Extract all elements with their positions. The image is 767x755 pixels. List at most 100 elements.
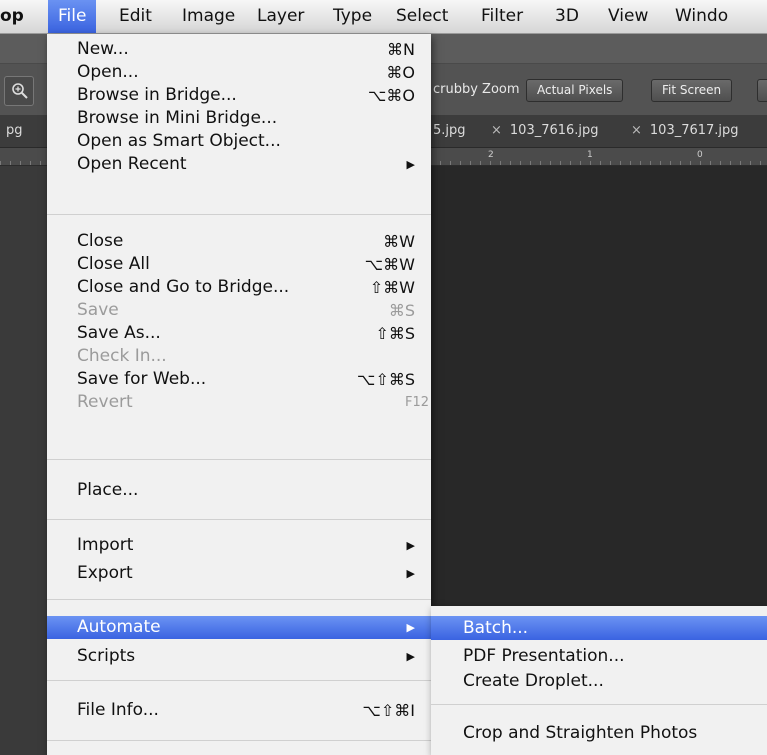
menu-separator bbox=[431, 704, 767, 705]
menu-item-open[interactable]: Open... ⌘O bbox=[47, 61, 431, 84]
menu-item-check-in: Check In... bbox=[47, 345, 431, 368]
submenu-item-crop-and-straighten-photos[interactable]: Crop and Straighten Photos bbox=[431, 721, 767, 745]
menu-item-browse-in-bridge[interactable]: Browse in Bridge... ⌥⌘O bbox=[47, 84, 431, 107]
zoom-tool-button[interactable] bbox=[4, 76, 34, 106]
menu-item-browse-in-mini-bridge[interactable]: Browse in Mini Bridge... bbox=[47, 107, 431, 130]
menu-layer[interactable]: Layer bbox=[257, 0, 304, 33]
menu-item-label: Revert bbox=[77, 392, 133, 412]
menu-item-label: New... bbox=[77, 39, 129, 59]
menu-item-new[interactable]: New... ⌘N bbox=[47, 38, 431, 61]
menu-item-save-as[interactable]: Save As... ⇧⌘S bbox=[47, 322, 431, 345]
menu-filter[interactable]: Filter bbox=[481, 0, 523, 33]
menu-item-label: Save bbox=[77, 300, 119, 320]
document-tab[interactable]: × 103_7617.jpg bbox=[631, 123, 739, 138]
menu-edit[interactable]: Edit bbox=[119, 0, 152, 33]
zoom-in-icon bbox=[12, 83, 28, 99]
menu-separator bbox=[47, 740, 431, 741]
ruler-number: 0 bbox=[697, 150, 703, 160]
menu-item-scripts[interactable]: Scripts ▶ bbox=[47, 645, 431, 668]
menu-item-file-info[interactable]: File Info... ⌥⇧⌘I bbox=[47, 699, 431, 722]
automate-submenu: Batch... PDF Presentation... Create Drop… bbox=[431, 606, 767, 755]
menu-item-label: Automate bbox=[77, 617, 161, 637]
menu-item-label: Close and Go to Bridge... bbox=[77, 277, 290, 297]
menu-item-label: Save for Web... bbox=[77, 369, 207, 389]
file-menu-dropdown: New... ⌘N Open... ⌘O Browse in Bridge...… bbox=[47, 34, 431, 755]
tools-panel bbox=[0, 166, 47, 755]
menu-item-place[interactable]: Place... bbox=[47, 479, 431, 502]
menu-image[interactable]: Image bbox=[182, 0, 235, 33]
menu-item-shortcut: ⇧⌘S bbox=[375, 324, 415, 343]
menu-item-label: Scripts bbox=[77, 646, 136, 666]
menu-view[interactable]: View bbox=[608, 0, 648, 33]
submenu-item-label: Batch... bbox=[463, 618, 529, 638]
menu-item-close-all[interactable]: Close All ⌥⌘W bbox=[47, 253, 431, 276]
submenu-arrow-icon: ▶ bbox=[406, 650, 415, 663]
menu-window[interactable]: Windo bbox=[675, 0, 728, 33]
menu-item-label: Save As... bbox=[77, 323, 161, 343]
menu-item-open-as-smart-object[interactable]: Open as Smart Object... bbox=[47, 130, 431, 153]
menu-item-label: Close bbox=[77, 231, 124, 251]
submenu-arrow-icon: ▶ bbox=[406, 567, 415, 580]
menu-separator bbox=[47, 680, 431, 681]
submenu-arrow-icon: ▶ bbox=[406, 621, 415, 634]
menu-type[interactable]: Type bbox=[333, 0, 372, 33]
menu-item-label: File Info... bbox=[77, 700, 159, 720]
menu-file[interactable]: File bbox=[48, 0, 97, 33]
menu-item-label: Open as Smart Object... bbox=[77, 131, 281, 151]
ruler-number: 2 bbox=[488, 150, 494, 160]
menu-item-label: Place... bbox=[77, 480, 139, 500]
fit-screen-button[interactable]: Fit Screen bbox=[651, 79, 733, 102]
menu-item-close[interactable]: Close ⌘W bbox=[47, 230, 431, 253]
menu-item-revert: Revert F12 bbox=[47, 391, 431, 414]
menu-bar: op File Edit Image Layer Type Select Fil… bbox=[0, 0, 767, 34]
menu-item-shortcut: ⌥⇧⌘S bbox=[357, 370, 415, 389]
submenu-item-batch[interactable]: Batch... bbox=[431, 616, 767, 640]
submenu-item-pdf-presentation[interactable]: PDF Presentation... bbox=[431, 644, 767, 668]
menu-item-shortcut: ⌥⌘W bbox=[364, 255, 415, 274]
menu-3d[interactable]: 3D bbox=[555, 0, 579, 33]
menu-item-save: Save ⌘S bbox=[47, 299, 431, 322]
submenu-item-label: Crop and Straighten Photos bbox=[463, 723, 698, 743]
menu-item-shortcut: ⌘S bbox=[388, 301, 415, 320]
menu-item-shortcut: ⇧⌘W bbox=[369, 278, 415, 297]
menu-item-export[interactable]: Export ▶ bbox=[47, 562, 431, 585]
menu-item-save-for-web[interactable]: Save for Web... ⌥⇧⌘S bbox=[47, 368, 431, 391]
ruler-number: 1 bbox=[587, 150, 593, 160]
menu-item-label: Close All bbox=[77, 254, 150, 274]
menu-item-label: Open... bbox=[77, 62, 139, 82]
actual-pixels-button[interactable]: Actual Pixels bbox=[526, 79, 624, 102]
menu-item-label: Export bbox=[77, 563, 133, 583]
menu-separator bbox=[47, 214, 431, 215]
document-tab-label: 103_7617.jpg bbox=[649, 123, 739, 138]
close-tab-icon[interactable]: × bbox=[491, 123, 502, 138]
submenu-arrow-icon: ▶ bbox=[406, 158, 415, 171]
menu-item-import[interactable]: Import ▶ bbox=[47, 534, 431, 557]
scrubby-zoom-label[interactable]: crubby Zoom bbox=[433, 82, 520, 97]
document-tab[interactable]: pg bbox=[6, 123, 23, 138]
menu-item-label: Check In... bbox=[77, 346, 167, 366]
submenu-item-create-droplet[interactable]: Create Droplet... bbox=[431, 669, 767, 693]
menu-item-open-recent[interactable]: Open Recent ▶ bbox=[47, 153, 431, 176]
menu-separator bbox=[47, 519, 431, 520]
menu-separator bbox=[47, 599, 431, 600]
close-tab-icon[interactable]: × bbox=[631, 123, 642, 138]
menu-app[interactable]: op bbox=[0, 0, 24, 33]
document-canvas[interactable] bbox=[430, 166, 767, 606]
menu-item-shortcut: F12 bbox=[404, 395, 429, 410]
menu-item-shortcut: ⌥⇧⌘I bbox=[362, 701, 415, 720]
menu-item-label: Browse in Bridge... bbox=[77, 85, 237, 105]
document-tab[interactable]: 5.jpg bbox=[433, 123, 466, 138]
menu-item-shortcut: ⌥⌘O bbox=[367, 86, 415, 105]
submenu-arrow-icon: ▶ bbox=[406, 539, 415, 552]
menu-select[interactable]: Select bbox=[396, 0, 448, 33]
menu-item-shortcut: ⌘W bbox=[383, 232, 415, 251]
document-tab[interactable]: × 103_7616.jpg bbox=[491, 123, 599, 138]
fill-screen-button[interactable] bbox=[757, 79, 767, 102]
submenu-item-label: Create Droplet... bbox=[463, 671, 604, 691]
menu-separator bbox=[47, 459, 431, 460]
menu-item-close-and-go-to-bridge[interactable]: Close and Go to Bridge... ⇧⌘W bbox=[47, 276, 431, 299]
menu-item-label: Browse in Mini Bridge... bbox=[77, 108, 278, 128]
menu-item-shortcut: ⌘O bbox=[386, 63, 415, 82]
menu-item-label: Open Recent bbox=[77, 154, 187, 174]
menu-item-automate[interactable]: Automate ▶ bbox=[47, 616, 431, 639]
